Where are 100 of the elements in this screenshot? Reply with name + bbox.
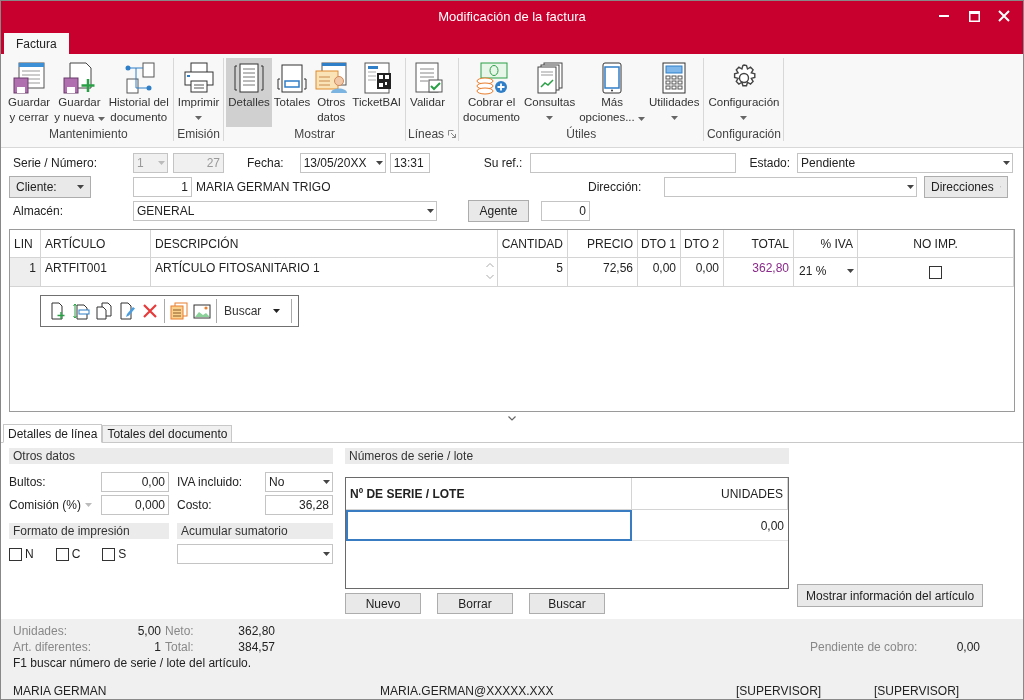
detail-tab[interactable]: Totales del documento — [102, 425, 233, 442]
ribbon-button[interactable]: Imprimir — [175, 58, 222, 127]
total-label: Neto: — [165, 624, 195, 638]
addresses-button[interactable]: Direcciones — [924, 176, 1008, 198]
table-cell: 5 — [556, 261, 563, 275]
section-header: Números de serie / lote — [345, 448, 789, 464]
delete-icon[interactable] — [141, 302, 159, 320]
ribbon-button[interactable]: Totales — [271, 58, 313, 127]
ribbon-button[interactable]: Historial del documento — [106, 58, 171, 127]
vat-included-dropdown[interactable]: No — [265, 472, 333, 492]
warehouse-dropdown[interactable]: GENERAL — [133, 201, 437, 221]
total-label: Pendiente de cobro: — [810, 640, 919, 654]
column-header[interactable]: LIN — [10, 230, 41, 257]
agent-button[interactable]: Agente — [468, 200, 529, 222]
group-label: Mostrar — [294, 127, 335, 141]
serial-action-button[interactable]: Borrar — [437, 593, 513, 614]
column-header[interactable]: Nº DE SERIE / LOTE — [346, 478, 632, 509]
column-header[interactable]: CANTIDAD — [498, 230, 568, 257]
status-dropdown[interactable]: Pendiente — [797, 153, 1014, 173]
document-icon — [232, 61, 267, 95]
section-header: Acumular sumatorio — [177, 523, 333, 539]
ribbon-button[interactable]: Configuración — [706, 58, 782, 127]
agent-field[interactable]: 0 — [541, 201, 590, 221]
show-article-info-button[interactable]: Mostrar información del artículo — [797, 584, 984, 607]
detail-tab[interactable]: Detalles de línea — [3, 424, 103, 443]
column-header[interactable]: % IVA — [794, 230, 858, 257]
total-value: 5,00 — [136, 624, 161, 638]
checkbox[interactable] — [929, 265, 942, 279]
hint-text: F1 buscar número de serie / lote del artículo. — [13, 655, 253, 671]
table-cell: 1 — [29, 261, 36, 275]
group-label: Líneas — [408, 127, 445, 141]
client-button[interactable]: Cliente: — [9, 176, 91, 198]
total-value: 1 — [153, 640, 161, 654]
table-cell: 362,80 — [752, 261, 789, 275]
time-field[interactable]: 13:31 — [389, 153, 430, 173]
ribbon-button[interactable]: TicketBAI — [350, 58, 404, 127]
client-code-field[interactable]: 1 — [133, 177, 192, 197]
close-icon[interactable] — [998, 10, 1010, 22]
serial-input[interactable] — [346, 510, 632, 541]
ribbon-button[interactable]: Validar — [408, 58, 447, 127]
date-picker[interactable]: 13/05/20XX — [299, 153, 386, 173]
field-label: Fecha: — [247, 156, 284, 170]
dialog-launcher-icon[interactable] — [448, 130, 457, 138]
column-header[interactable]: PRECIO — [568, 230, 638, 257]
add-document-icon[interactable] — [49, 302, 67, 320]
table-cell: 0,00 — [652, 261, 676, 275]
field-label: Comisión (%) — [9, 498, 82, 512]
group-label: Configuración — [706, 127, 781, 141]
notes-icon[interactable] — [170, 302, 188, 320]
edit-icon[interactable] — [118, 302, 136, 320]
maximize-icon[interactable] — [968, 10, 980, 22]
commission-field[interactable]: 0,000 — [101, 495, 169, 515]
field-label: Costo: — [177, 498, 213, 512]
group-label: Útiles — [566, 127, 597, 141]
money-coins-icon — [474, 61, 509, 95]
field-label: Su ref.: — [483, 156, 523, 170]
section-header: Otros datos — [9, 448, 333, 464]
serial-action-button[interactable]: Buscar — [529, 593, 605, 614]
chevron-down-icon[interactable] — [508, 415, 516, 421]
contact-card-icon — [314, 61, 349, 95]
column-header[interactable]: ARTÍCULO — [41, 230, 151, 257]
ribbon-button[interactable]: Otros datos — [312, 58, 351, 127]
column-header[interactable]: UNIDADES — [632, 478, 788, 509]
column-header[interactable]: DTO 1 — [638, 230, 681, 257]
column-header[interactable]: NO IMP. — [858, 230, 1014, 257]
column-header[interactable]: DTO 2 — [681, 230, 724, 257]
field-label: IVA incluido: — [177, 475, 244, 489]
reference-field[interactable] — [530, 153, 737, 173]
total-label: Total: — [165, 640, 195, 654]
copy-icon[interactable] — [95, 302, 113, 320]
search-dropdown[interactable]: Buscar — [222, 304, 287, 318]
ribbon-button[interactable]: Guardar y cerrar — [6, 58, 53, 127]
image-icon[interactable] — [193, 302, 211, 320]
field-label: Estado: — [749, 156, 791, 170]
group-label: Mantenimiento — [49, 127, 128, 141]
client-name: MARIA GERMAN TRIGO — [196, 180, 332, 194]
packages-field[interactable]: 0,00 — [101, 472, 169, 492]
serial-action-button[interactable]: Nuevo — [345, 593, 421, 614]
checkbox-label: N — [25, 547, 34, 561]
checkbox-label: S — [118, 547, 127, 561]
section-header: Formato de impresión — [9, 523, 169, 539]
ribbon-button[interactable]: Cobrar el documento — [461, 58, 522, 127]
checkbox[interactable] — [55, 547, 69, 561]
checkbox[interactable] — [9, 547, 22, 561]
ribbon-button[interactable]: Guardar y nueva — [52, 58, 107, 127]
table-cell: 0,00 — [695, 261, 719, 275]
ribbon-button[interactable]: Consultas — [522, 58, 578, 127]
status-text: [SUPERVISOR] — [736, 684, 823, 698]
table-cell: 72,56 — [602, 261, 633, 275]
ribbon-button[interactable]: Más opciones... — [577, 58, 647, 127]
ribbon-button[interactable]: Utilidades — [646, 58, 702, 127]
table-cell: ARTÍCULO FITOSANITARIO 1 — [155, 261, 320, 275]
column-header[interactable]: TOTAL — [724, 230, 794, 257]
cost-field[interactable]: 36,28 — [265, 495, 333, 515]
ribbon-button[interactable]: Detalles — [226, 58, 272, 127]
ribbon-tab[interactable]: Factura — [4, 33, 69, 54]
status-text: [SUPERVISOR] — [874, 684, 961, 698]
column-header[interactable]: DESCRIPCIÓN — [151, 230, 498, 257]
checkbox[interactable] — [102, 547, 116, 561]
insert-row-icon[interactable] — [72, 302, 90, 320]
